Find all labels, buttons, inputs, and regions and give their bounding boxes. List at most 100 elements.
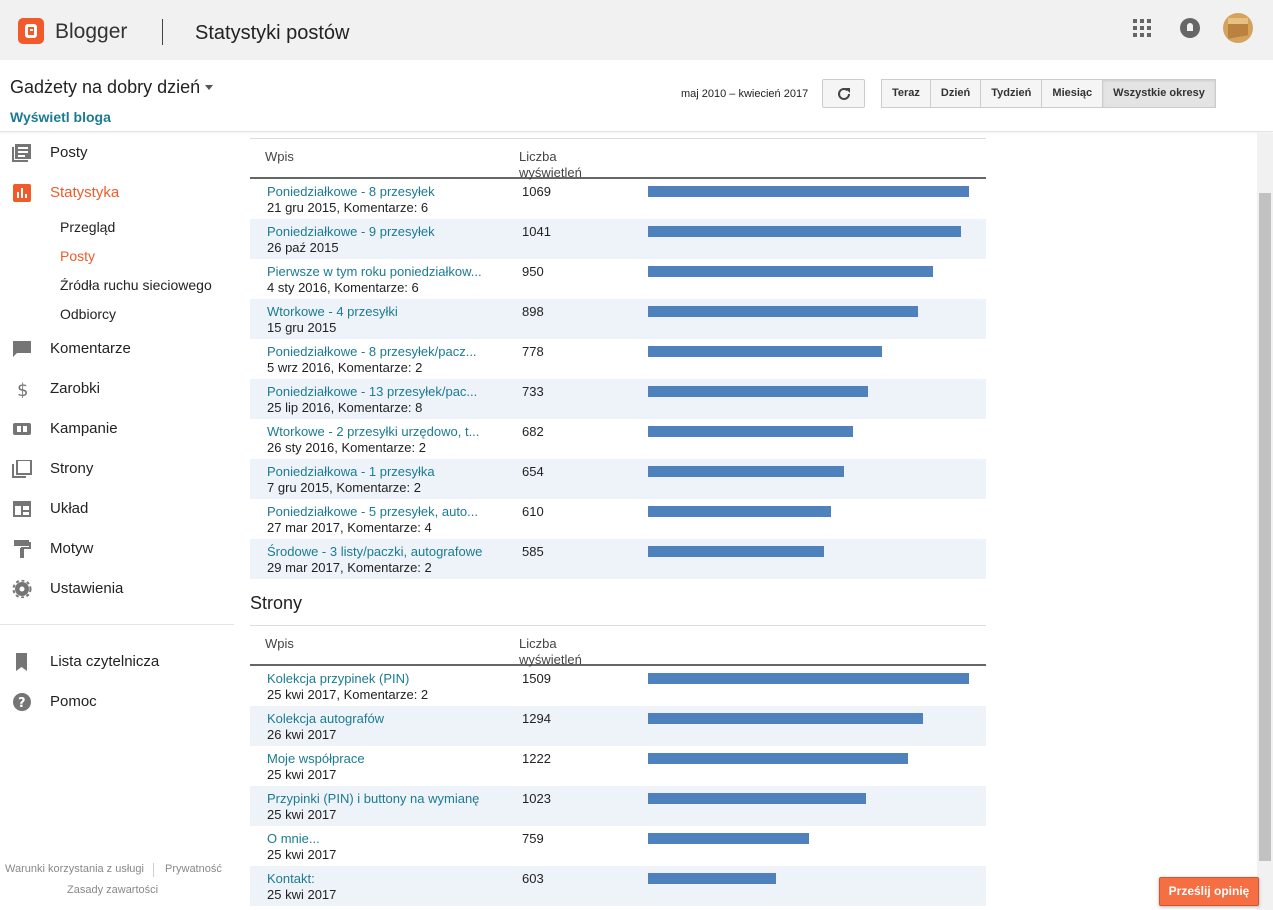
entry-title-link[interactable]: Poniedziałkowe - 5 przesyłek, auto... — [267, 504, 478, 519]
blog-header: Gadżety na dobry dzień Wyświetl bloga ma… — [0, 60, 1273, 132]
sidebar-item-stats[interactable]: Statystyka — [0, 178, 240, 208]
posts-icon — [12, 144, 31, 162]
privacy-link[interactable]: Prywatność — [165, 863, 222, 875]
period-month-button[interactable]: Miesiąc — [1042, 79, 1104, 108]
table-row: Pierwsze w tym roku poniedziałkow... 4 st… — [250, 259, 986, 299]
table-row: O mnie... 25 kwi 2017 759 — [250, 826, 986, 866]
brand-name[interactable]: Blogger — [55, 20, 127, 44]
view-count: 610 — [522, 504, 544, 519]
help-icon: ? — [13, 693, 31, 711]
view-count: 1294 — [522, 711, 551, 726]
apps-grid-icon[interactable] — [1133, 19, 1151, 37]
entry-title-link[interactable]: Poniedziałkowa - 1 przesyłka — [267, 464, 435, 479]
account-avatar[interactable] — [1223, 13, 1253, 43]
view-count: 654 — [522, 464, 544, 479]
entry-title-link[interactable]: Wtorkowe - 4 przesyłki — [267, 304, 398, 319]
views-bar — [648, 266, 933, 277]
view-blog-link[interactable]: Wyświetl bloga — [10, 109, 111, 125]
entry-title-link[interactable]: Kolekcja przypinek (PIN) — [267, 671, 409, 686]
pages-table-header: Wpis Liczba wyświetleń — [250, 626, 986, 667]
views-bar — [648, 426, 853, 437]
sidebar-item-label: Komentarze — [50, 340, 131, 357]
blogger-logo-icon[interactable] — [18, 18, 44, 44]
period-day-button[interactable]: Dzień — [930, 79, 982, 108]
views-bar — [648, 346, 882, 357]
sidebar-item-campaigns[interactable]: Kampanie — [0, 414, 240, 444]
entry-title-link[interactable]: Wtorkowe - 2 przesyłki urzędowo, t... — [267, 424, 479, 439]
period-all-button[interactable]: Wszystkie okresy — [1103, 79, 1216, 108]
entry-meta: 25 kwi 2017, Komentarze: 2 — [267, 687, 429, 702]
views-bar — [648, 386, 868, 397]
entry-title-link[interactable]: Poniedziałkowe - 8 przesyłek/pacz... — [267, 344, 477, 359]
entry-meta: 7 gru 2015, Komentarze: 2 — [267, 480, 421, 495]
entry-title-link[interactable]: Kolekcja autografów — [267, 711, 384, 726]
sidebar-item-posts[interactable]: Posty — [0, 138, 240, 168]
view-count: 1041 — [522, 224, 551, 239]
entry-title-link[interactable]: O mnie... — [267, 831, 320, 846]
page-title: Statystyki postów — [195, 22, 350, 44]
entry-meta: 26 kwi 2017 — [267, 727, 337, 742]
sidebar-item-settings[interactable]: Ustawienia — [0, 574, 240, 604]
layout-icon — [13, 501, 31, 517]
entry-title-link[interactable]: Poniedziałkowe - 13 przesyłek/pac... — [267, 384, 477, 399]
entry-meta: 25 lip 2016, Komentarze: 8 — [267, 400, 423, 415]
table-row: Poniedziałkowe - 8 przesyłek 21 gru 2015,… — [250, 179, 986, 219]
entry-meta: 5 wrz 2016, Komentarze: 2 — [267, 360, 423, 375]
entry-title-link[interactable]: Poniedziałkowe - 8 przesyłek — [267, 184, 435, 199]
sidebar-subitem-traffic-sources[interactable]: Źródła ruchu sieciowego — [60, 277, 212, 293]
period-week-button[interactable]: Tydzień — [981, 79, 1043, 108]
entry-meta: 25 kwi 2017 — [267, 807, 337, 822]
sidebar-subitem-overview[interactable]: Przegląd — [60, 219, 115, 235]
views-bar — [648, 466, 844, 477]
terms-link[interactable]: Warunki korzystania z usługi — [5, 863, 144, 875]
svg-text:?: ? — [18, 696, 26, 711]
views-bar — [648, 306, 918, 317]
sidebar-item-earnings[interactable]: $ Zarobki — [0, 374, 240, 404]
sidebar-subitem-posts[interactable]: Posty — [60, 248, 95, 264]
stats-main: Wpis Liczba wyświetleń Poniedziałkowe - … — [250, 133, 986, 910]
sidebar-item-help[interactable]: ? Pomoc — [0, 687, 240, 717]
table-row: Poniedziałkowe - 8 przesyłek/pacz... 5 wr… — [250, 339, 986, 379]
blog-selector[interactable]: Gadżety na dobry dzień — [10, 77, 200, 98]
refresh-icon — [838, 87, 850, 100]
views-bar — [648, 226, 961, 237]
chevron-down-icon[interactable] — [205, 85, 213, 90]
entry-title-link[interactable]: Przypinki (PIN) i buttony na wymianę — [267, 791, 479, 806]
refresh-button[interactable] — [822, 79, 865, 108]
scrollbar-thumb[interactable] — [1259, 193, 1271, 861]
sidebar-item-reading-list[interactable]: Lista czytelnicza — [0, 647, 240, 677]
view-count: 733 — [522, 384, 544, 399]
sidebar-item-pages[interactable]: Strony — [0, 454, 240, 484]
entry-title-link[interactable]: Kontakt: — [267, 871, 315, 886]
views-bar — [648, 873, 776, 884]
sidebar-item-label: Lista czytelnicza — [50, 653, 160, 670]
paint-roller-icon — [14, 540, 31, 558]
sidebar-item-label: Statystyka — [50, 184, 120, 201]
views-bar — [648, 753, 908, 764]
table-row: Poniedziałkowa - 1 przesyłka 7 gru 2015, … — [250, 459, 986, 499]
sidebar-subitem-audience[interactable]: Odbiorcy — [60, 306, 116, 322]
table-row: Kontakt: 25 kwi 2017 603 — [250, 866, 986, 906]
entry-title-link[interactable]: Poniedziałkowe - 9 przesyłek — [267, 224, 435, 239]
period-now-button[interactable]: Teraz — [881, 79, 931, 108]
entry-title-link[interactable]: Moje współprace — [267, 751, 365, 766]
entry-title-link[interactable]: Środowe - 3 listy/paczki, autografowe — [267, 544, 482, 559]
sidebar-item-layout[interactable]: Układ — [0, 494, 240, 524]
entry-meta: 26 paź 2015 — [267, 240, 339, 255]
sidebar-item-label: Strony — [50, 460, 94, 477]
view-count: 585 — [522, 544, 544, 559]
notifications-bell-icon[interactable] — [1180, 18, 1200, 38]
view-count: 898 — [522, 304, 544, 319]
table-row: Wtorkowe - 2 przesyłki urzędowo, t... 26 … — [250, 419, 986, 459]
send-feedback-button[interactable]: Prześlij opinię — [1159, 877, 1259, 906]
table-row: Wtorkowe - 4 przesyłki 15 gru 2015 898 — [250, 299, 986, 339]
sidebar-item-theme[interactable]: Motyw — [0, 534, 240, 564]
view-count: 1222 — [522, 751, 551, 766]
column-header-entry: Wpis — [265, 636, 294, 651]
entry-meta: 27 mar 2017, Komentarze: 4 — [267, 520, 432, 535]
sidebar-item-comments[interactable]: Komentarze — [0, 334, 240, 364]
period-selector: Teraz Dzień Tydzień Miesiąc Wszystkie ok… — [881, 79, 1216, 108]
content-policy-link[interactable]: Zasady zawartości — [67, 884, 158, 896]
entry-title-link[interactable]: Pierwsze w tym roku poniedziałkow... — [267, 264, 482, 279]
views-bar — [648, 793, 866, 804]
